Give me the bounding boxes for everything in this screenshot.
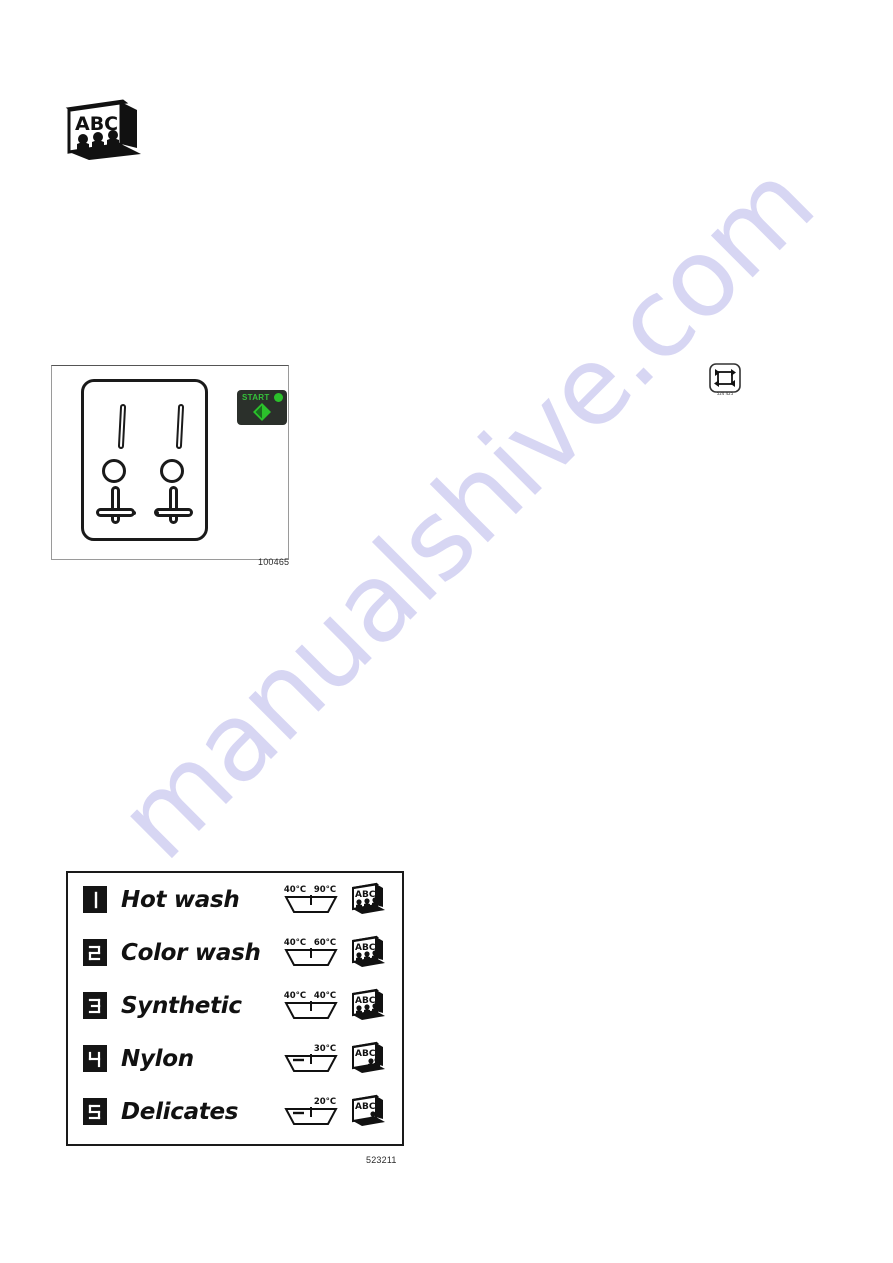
start-diamond-icon bbox=[253, 403, 271, 421]
program-number-badge bbox=[83, 1098, 107, 1125]
control-knob-circle bbox=[102, 459, 126, 483]
svg-text:30°C: 30°C bbox=[314, 1044, 336, 1054]
control-panel-figure: START bbox=[51, 365, 289, 560]
control-lever-bar bbox=[117, 403, 127, 450]
program-name: Nylon bbox=[121, 1045, 194, 1072]
table-row: Hot wash 40°C 90°C ABC bbox=[68, 873, 402, 926]
abc-board-icon: ABC bbox=[350, 988, 386, 1020]
control-stem bbox=[169, 486, 178, 524]
svg-text:40°C: 40°C bbox=[284, 885, 306, 895]
start-led-indicator bbox=[274, 393, 283, 402]
svg-text:20°C: 20°C bbox=[314, 1097, 336, 1107]
svg-text:40°C: 40°C bbox=[314, 991, 336, 1001]
svg-text:60°C: 60°C bbox=[314, 938, 336, 948]
abc-board-icon: ABC bbox=[350, 882, 386, 914]
abc-board-icon: ABC bbox=[350, 1041, 386, 1073]
table-row: Color wash 40°C 60°C ABC bbox=[68, 926, 402, 979]
program-name: Synthetic bbox=[121, 992, 242, 1019]
table-row: Nylon 30°C ABC bbox=[68, 1032, 402, 1085]
wash-temperature-symbol: 30°C bbox=[283, 1040, 339, 1076]
panel-figure-caption: 100465 bbox=[258, 557, 290, 567]
svg-text:40°C: 40°C bbox=[284, 991, 306, 1001]
svg-text:ABC: ABC bbox=[355, 996, 376, 1006]
svg-text:90°C: 90°C bbox=[314, 885, 336, 895]
wash-temperature-symbol: 40°C 60°C bbox=[283, 934, 339, 970]
svg-text:ABC: ABC bbox=[355, 943, 376, 953]
svg-text:40°C: 40°C bbox=[284, 938, 306, 948]
control-dot bbox=[155, 511, 159, 515]
wash-temperature-symbol: 40°C 40°C bbox=[283, 987, 339, 1023]
svg-text:524 425: 524 425 bbox=[717, 391, 734, 396]
abc-board-icon: ABC bbox=[350, 935, 386, 967]
abc-board-icon: ABC bbox=[350, 1094, 386, 1126]
start-button[interactable]: START bbox=[237, 390, 287, 425]
wash-temperature-symbol: 20°C bbox=[283, 1093, 339, 1129]
program-name: Delicates bbox=[121, 1098, 239, 1125]
program-name: Hot wash bbox=[121, 886, 240, 913]
control-dot bbox=[132, 511, 136, 515]
table-row: Delicates 20°C ABC bbox=[68, 1085, 402, 1138]
cycle-arrows-icon: 524 425 bbox=[709, 363, 741, 396]
control-lever-bar bbox=[175, 403, 185, 450]
abc-board-icon: ABC bbox=[63, 98, 145, 160]
program-name: Color wash bbox=[121, 939, 261, 966]
program-table-figure: Hot wash 40°C 90°C ABC Color wash 40°C 6… bbox=[66, 871, 404, 1146]
start-button-label: START bbox=[242, 393, 270, 402]
table-row: Synthetic 40°C 40°C ABC bbox=[68, 979, 402, 1032]
table-figure-caption: 523211 bbox=[366, 1155, 397, 1165]
control-crossbar bbox=[154, 508, 193, 517]
wash-temperature-symbol: 40°C 90°C bbox=[283, 881, 339, 917]
manual-page: manualshive.com ABC START 100465 524 425… bbox=[0, 0, 893, 1263]
program-number-badge bbox=[83, 992, 107, 1019]
svg-text:ABC: ABC bbox=[355, 1102, 376, 1112]
program-number-badge bbox=[83, 1045, 107, 1072]
program-number-badge bbox=[83, 886, 107, 913]
program-number-badge bbox=[83, 939, 107, 966]
svg-text:ABC: ABC bbox=[355, 890, 376, 900]
control-crossbar bbox=[96, 508, 135, 517]
control-panel-body bbox=[81, 379, 208, 541]
control-stem bbox=[111, 486, 120, 524]
control-knob-circle bbox=[160, 459, 184, 483]
svg-text:ABC: ABC bbox=[355, 1049, 376, 1059]
